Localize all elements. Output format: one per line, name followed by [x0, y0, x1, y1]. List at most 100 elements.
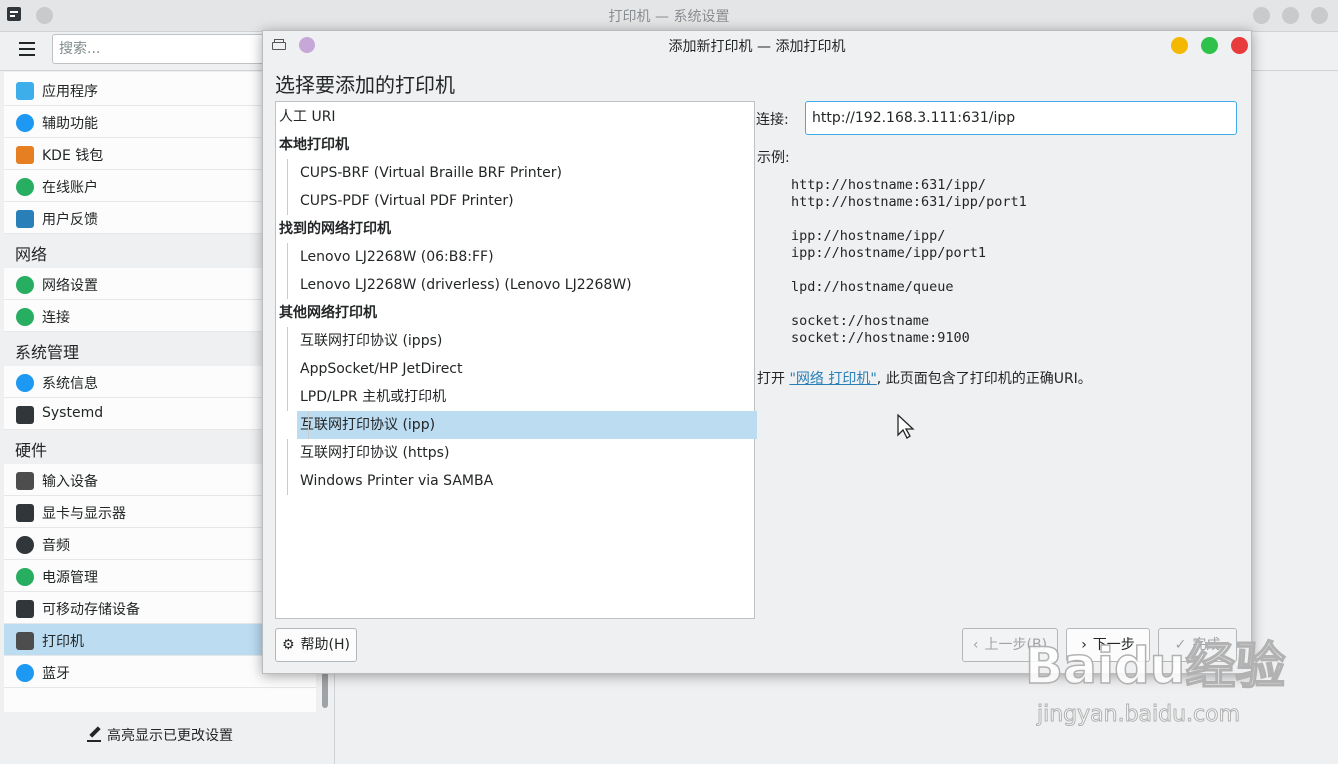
sidebar-item-label: 用户反馈	[42, 212, 98, 228]
list-item[interactable]: 人工 URI	[276, 103, 757, 131]
maximize-button[interactable]	[1201, 37, 1218, 54]
example-spacer	[791, 211, 1027, 228]
globe-icon	[16, 308, 34, 326]
sidebar-item-label: 电源管理	[42, 570, 98, 586]
keyboard-icon	[16, 472, 34, 490]
list-item[interactable]: 互联网打印协议 (ipps)	[276, 327, 778, 355]
back-button-label: 上一步(B)	[984, 637, 1048, 653]
bluetooth-icon	[16, 664, 34, 682]
next-button[interactable]: › 下一步	[1066, 628, 1150, 662]
bg-close-button[interactable]	[1311, 7, 1328, 24]
finish-button[interactable]: ✓ 完成	[1158, 628, 1237, 662]
highlighter-icon	[87, 726, 101, 742]
printer-type-list[interactable]: 人工 URI 本地打印机 CUPS-BRF (Virtual Braille BRF…	[275, 101, 757, 619]
sidebar-category-label: 网络	[15, 245, 48, 264]
network-printer-link[interactable]: "网络 打印机"	[789, 371, 876, 387]
list-group-header: 本地打印机	[279, 137, 349, 153]
example-uri: socket://hostname:9100	[791, 330, 970, 346]
wallet-icon	[16, 146, 34, 164]
highlight-changed-settings-button[interactable]: 高亮显示已更改设置	[4, 714, 316, 758]
checkmark-icon: ✓	[1174, 637, 1187, 653]
bg-minimize-button[interactable]	[1253, 7, 1270, 24]
back-button[interactable]: ‹ 上一步(B)	[962, 628, 1058, 662]
sidebar-item-label: 音频	[42, 538, 70, 554]
example-uri: socket://hostname	[791, 313, 930, 329]
hamburger-menu-icon[interactable]	[19, 42, 35, 56]
search-input[interactable]: 搜索...	[52, 34, 272, 64]
feedback-icon	[16, 210, 34, 228]
example-uri: http://hostname:631/ipp/	[791, 177, 987, 193]
list-item[interactable]: CUPS-BRF (Virtual Braille BRF Printer)	[276, 159, 778, 187]
examples-label: 示例:	[757, 150, 790, 166]
sidebar-item-label: 可移动存储设备	[42, 602, 140, 618]
mouse-cursor-icon	[897, 414, 915, 439]
list-item[interactable]: CUPS-PDF (Virtual PDF Printer)	[276, 187, 778, 215]
help-button[interactable]: ⚙ 帮助(H)	[275, 628, 357, 662]
help-icon: ⚙	[281, 637, 295, 653]
sidebar-category-label: 硬件	[15, 441, 48, 460]
chevron-right-icon: ›	[1081, 637, 1087, 653]
watermark-url: jingyan.baidu.com	[1036, 702, 1241, 728]
connection-uri-input[interactable]: http://192.168.3.111:631/ipp	[805, 101, 1237, 135]
usb-icon	[16, 600, 34, 618]
background-window-title: 打印机 — 系统设置	[608, 9, 730, 25]
dialog-heading: 选择要添加的打印机	[275, 73, 455, 97]
dialog-title: 添加新打印机 — 添加打印机	[668, 39, 846, 55]
sidebar-item-label: 显卡与显示器	[42, 506, 126, 522]
globe-icon	[16, 178, 34, 196]
uri-examples: http://hostname:631/ipp/http://hostname:…	[791, 177, 1027, 347]
list-item[interactable]: LPD/LPR 主机或打印机	[276, 383, 778, 411]
list-group-header: 找到的网络打印机	[279, 221, 391, 237]
sidebar-item-label: KDE 钱包	[42, 148, 104, 164]
list-item[interactable]: 互联网打印协议 (ipp)	[297, 411, 757, 439]
sidebar-item-label: 连接	[42, 310, 70, 326]
list-item[interactable]: Windows Printer via SAMBA	[276, 467, 778, 495]
highlight-button-label: 高亮显示已更改设置	[107, 728, 233, 744]
note-suffix: , 此页面包含了打印机的正确URI。	[876, 371, 1092, 387]
add-printer-dialog: 添加新打印机 — 添加打印机 选择要添加的打印机 人工 URI 本地打印机 CUPS…	[262, 30, 1252, 674]
sidebar-item-label: 蓝牙	[42, 666, 70, 682]
bg-maximize-button[interactable]	[1282, 7, 1299, 24]
example-uri: lpd://hostname/queue	[791, 279, 954, 295]
power-icon	[16, 568, 34, 586]
sidebar-item-label: 应用程序	[42, 84, 98, 100]
network-printer-note: 打开 "网络 打印机", 此页面包含了打印机的正确URI。	[757, 368, 1092, 388]
example-spacer	[791, 296, 1027, 313]
example-uri: ipp://hostname/ipp/	[791, 228, 946, 244]
globe-icon	[16, 276, 34, 294]
systemd-icon	[16, 406, 34, 424]
list-item[interactable]: AppSocket/HP JetDirect	[276, 355, 778, 383]
background-titlebar: 打印机 — 系统设置	[0, 0, 1338, 32]
example-uri: http://hostname:631/ipp/port1	[791, 194, 1027, 210]
list-item[interactable]: Lenovo LJ2268W (06:B8:FF)	[276, 243, 778, 271]
sidebar-item-label: 辅助功能	[42, 116, 98, 132]
monitor-icon	[16, 504, 34, 522]
sidebar-item-label: 输入设备	[42, 474, 98, 490]
sidebar-category-label: 系统管理	[15, 343, 80, 362]
divider	[1250, 70, 1338, 71]
accessibility-icon	[16, 114, 34, 132]
list-item[interactable]: 互联网打印协议 (https)	[276, 439, 778, 467]
minimize-button[interactable]	[1171, 37, 1188, 54]
help-button-label: 帮助(H)	[300, 637, 350, 653]
dialog-titlebar: 添加新打印机 — 添加打印机	[263, 31, 1251, 61]
example-uri: ipp://hostname/ipp/port1	[791, 245, 987, 261]
sidebar-item-label: Systemd	[42, 405, 104, 421]
list-item[interactable]: Lenovo LJ2268W (driverless) (Lenovo LJ22…	[276, 271, 778, 299]
applications-icon	[16, 82, 34, 100]
example-spacer	[791, 262, 1027, 279]
sidebar-item-label: 在线账户	[42, 180, 98, 196]
connection-label: 连接:	[756, 112, 789, 128]
sidebar-item-label: 网络设置	[42, 278, 98, 294]
note-prefix: 打开	[757, 371, 790, 387]
printer-icon	[16, 632, 34, 650]
chevron-left-icon: ‹	[972, 637, 979, 653]
finish-button-label: 完成	[1192, 637, 1221, 653]
close-button[interactable]	[1231, 37, 1248, 54]
speaker-icon	[16, 536, 34, 554]
next-button-label: 下一步	[1092, 637, 1135, 653]
sidebar-item-label: 打印机	[42, 634, 84, 650]
sidebar-item-label: 系统信息	[42, 376, 98, 392]
sidebar-scrollbar-thumb[interactable]	[322, 672, 328, 708]
list-group-header: 其他网络打印机	[279, 305, 377, 321]
